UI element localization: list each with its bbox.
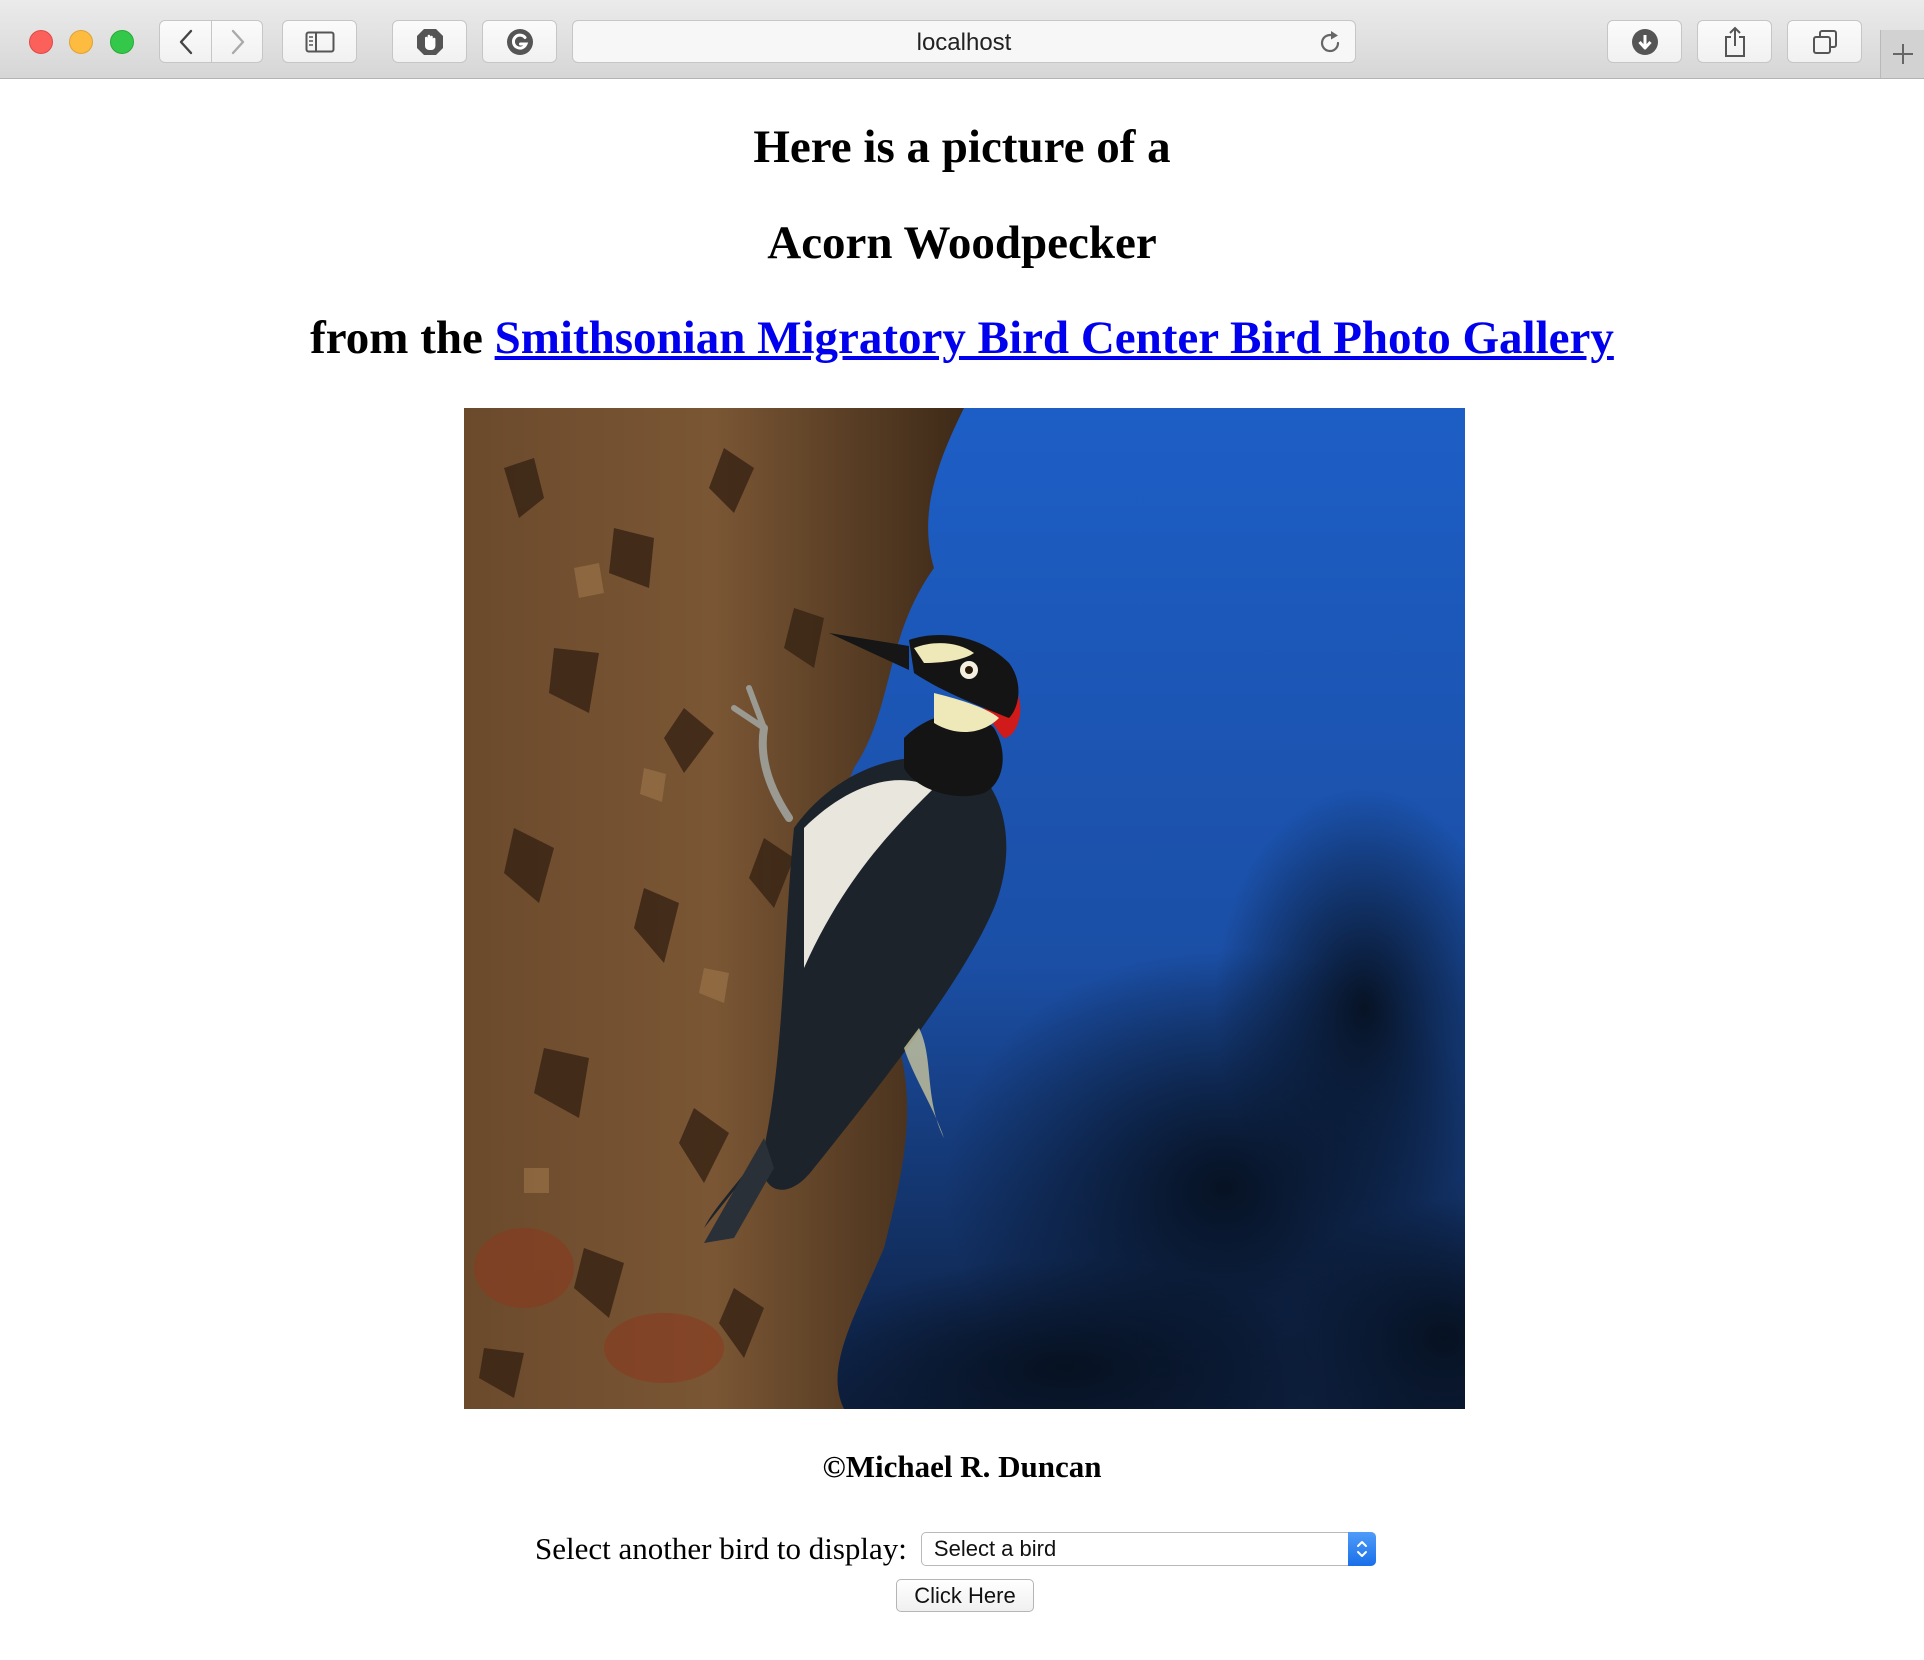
bird-select-dropdown[interactable]: Select a bird bbox=[920, 1532, 1376, 1566]
forward-icon bbox=[231, 29, 244, 54]
show-tabs-button[interactable] bbox=[1787, 20, 1862, 63]
grammarly-extension-button[interactable] bbox=[482, 20, 557, 63]
zoom-window-button[interactable] bbox=[110, 30, 134, 54]
select-arrows-icon bbox=[1347, 1532, 1376, 1566]
back-icon bbox=[179, 29, 192, 54]
bird-name-heading: Acorn Woodpecker bbox=[767, 217, 1157, 269]
browser-toolbar: localhost bbox=[0, 0, 1924, 79]
sidebar-button[interactable] bbox=[282, 20, 357, 63]
new-tab-button[interactable] bbox=[1880, 30, 1924, 78]
sidebar-icon bbox=[305, 31, 334, 52]
photo-credit: ©Michael R. Duncan bbox=[822, 1449, 1102, 1484]
minimize-window-button[interactable] bbox=[69, 30, 93, 54]
gallery-heading-prefix: from the bbox=[310, 312, 495, 364]
share-button[interactable] bbox=[1697, 20, 1772, 63]
page-content: Here is a picture of a Acorn Woodpecker … bbox=[0, 79, 1924, 1660]
forward-button[interactable] bbox=[212, 21, 263, 62]
url-text: localhost bbox=[916, 29, 1012, 56]
bird-select-row: Select another bird to display: Select a… bbox=[535, 1530, 1376, 1568]
grammarly-icon bbox=[506, 28, 533, 55]
back-button[interactable] bbox=[160, 21, 211, 62]
reload-icon bbox=[1320, 31, 1340, 53]
gallery-heading: from the Smithsonian Migratory Bird Cent… bbox=[0, 310, 1924, 366]
tabs-icon bbox=[1812, 29, 1837, 54]
plus-icon bbox=[1893, 44, 1913, 64]
share-icon bbox=[1724, 26, 1745, 57]
acorn-woodpecker-image bbox=[464, 408, 1465, 1409]
close-window-button[interactable] bbox=[29, 30, 53, 54]
bird-select-value: Select a bird bbox=[933, 1536, 1057, 1561]
address-bar[interactable]: localhost bbox=[572, 20, 1356, 63]
gallery-link[interactable]: Smithsonian Migratory Bird Center Bird P… bbox=[495, 312, 1614, 364]
navigation-buttons bbox=[159, 20, 263, 63]
bird-photo bbox=[464, 408, 1465, 1409]
reload-button[interactable] bbox=[1317, 30, 1343, 61]
download-icon bbox=[1631, 28, 1658, 55]
shield-icon bbox=[416, 28, 443, 55]
downloads-button[interactable] bbox=[1607, 20, 1682, 63]
adblock-extension-button[interactable] bbox=[392, 20, 467, 63]
select-bird-label: Select another bird to display: bbox=[535, 1531, 907, 1566]
heading-intro: Here is a picture of a bbox=[753, 121, 1171, 173]
click-here-button[interactable]: Click Here bbox=[896, 1579, 1034, 1612]
